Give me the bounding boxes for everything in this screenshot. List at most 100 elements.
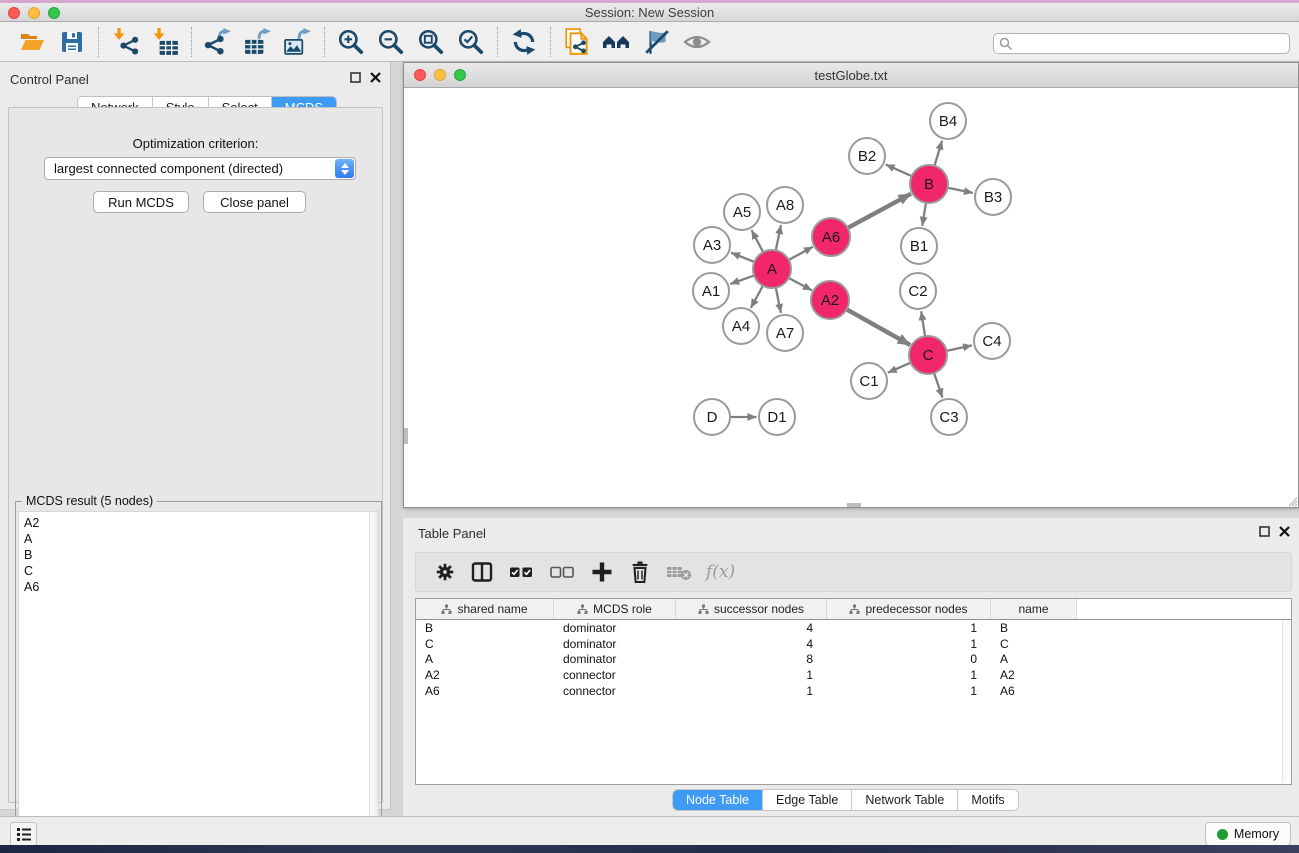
network-horizontal-scrollthumb[interactable] <box>847 503 861 507</box>
export-image-button[interactable] <box>278 25 318 59</box>
graph-node-A1[interactable]: A1 <box>693 273 729 309</box>
graph-edge-C-C1[interactable] <box>888 362 911 372</box>
graph-edge-B-B4[interactable] <box>934 141 942 167</box>
graph-node-C3[interactable]: C3 <box>931 399 967 435</box>
import-table-button[interactable] <box>145 25 185 59</box>
graph-node-A[interactable]: A <box>753 250 791 288</box>
table-cell[interactable]: 1 <box>676 668 827 682</box>
tab-edge-table[interactable]: Edge Table <box>763 790 852 810</box>
criterion-dropdown[interactable]: largest connected component (directed) <box>44 157 356 180</box>
graph-edge-B-B1[interactable] <box>922 202 926 225</box>
tab-node-table[interactable]: Node Table <box>673 790 763 810</box>
zoom-selected-button[interactable] <box>451 25 491 59</box>
export-table-button[interactable] <box>238 25 278 59</box>
search-field[interactable] <box>993 33 1290 54</box>
table-cell[interactable]: dominator <box>554 637 676 651</box>
export-network-button[interactable] <box>198 25 238 59</box>
column-header[interactable]: predecessor nodes <box>827 599 991 619</box>
graph-edge-A-A8[interactable] <box>776 225 781 251</box>
graph-edge-A2-C[interactable] <box>846 309 910 345</box>
table-cell[interactable]: 1 <box>676 684 827 698</box>
table-settings-gear-icon[interactable] <box>434 560 456 584</box>
graph-node-A5[interactable]: A5 <box>724 194 760 230</box>
table-cell[interactable]: 4 <box>676 621 827 635</box>
graph-node-C1[interactable]: C1 <box>851 363 887 399</box>
graph-edge-A-A3[interactable] <box>731 253 755 263</box>
table-cell[interactable]: B <box>416 621 554 635</box>
zoom-window-button[interactable] <box>48 7 60 19</box>
column-header[interactable]: shared name <box>416 599 554 619</box>
mcds-result-list[interactable]: A2ABCA6 <box>18 511 379 843</box>
float-panel-icon[interactable] <box>1259 526 1270 537</box>
network-vertical-scrollthumb[interactable] <box>404 428 408 444</box>
search-input[interactable] <box>993 33 1290 54</box>
minimize-window-button[interactable] <box>28 7 40 19</box>
graph-node-A3[interactable]: A3 <box>694 227 730 263</box>
graph-node-B3[interactable]: B3 <box>975 179 1011 215</box>
graph-node-C2[interactable]: C2 <box>900 273 936 309</box>
close-panel-button[interactable]: Close panel <box>203 191 306 213</box>
unselect-all-columns-icon[interactable] <box>549 560 576 584</box>
zoom-out-button[interactable] <box>371 25 411 59</box>
graph-node-D1[interactable]: D1 <box>759 399 795 435</box>
result-item[interactable]: A6 <box>24 579 378 595</box>
graph-edge-C-C2[interactable] <box>921 311 925 336</box>
table-cell[interactable]: A6 <box>416 684 554 698</box>
result-item[interactable]: B <box>24 547 378 563</box>
graph-node-A2[interactable]: A2 <box>811 281 849 319</box>
graph-edge-A-A1[interactable] <box>730 275 754 284</box>
result-item[interactable]: A <box>24 531 378 547</box>
table-cell[interactable]: 4 <box>676 637 827 651</box>
table-scrollbar[interactable] <box>1282 621 1290 783</box>
table-row[interactable]: Adominator80A <box>416 651 1291 667</box>
delete-table-icon[interactable] <box>666 560 692 584</box>
float-panel-icon[interactable] <box>350 72 361 83</box>
window-controls[interactable] <box>8 7 60 19</box>
graph-edge-B-B2[interactable] <box>886 164 912 176</box>
graph-node-C4[interactable]: C4 <box>974 323 1010 359</box>
first-neighbors-button[interactable] <box>597 25 637 59</box>
table-cell[interactable]: A2 <box>416 668 554 682</box>
graph-node-C[interactable]: C <box>909 336 947 374</box>
new-network-from-file-button[interactable] <box>557 25 597 59</box>
table-cell[interactable]: 1 <box>827 621 991 635</box>
node-table[interactable]: shared nameMCDS rolesuccessor nodesprede… <box>415 598 1292 785</box>
graph-edge-A-A2[interactable] <box>788 278 812 291</box>
close-window-button[interactable] <box>8 7 20 19</box>
graph-edge-C-C4[interactable] <box>946 345 972 351</box>
graph-edge-A-A4[interactable] <box>751 285 763 308</box>
run-mcds-button[interactable]: Run MCDS <box>93 191 189 213</box>
network-minimize-button[interactable] <box>434 69 446 81</box>
close-panel-icon[interactable] <box>370 72 381 83</box>
graph-edge-A-A7[interactable] <box>776 287 781 313</box>
graph-node-B1[interactable]: B1 <box>901 228 937 264</box>
graph-edge-A-A5[interactable] <box>752 230 764 252</box>
table-cell[interactable]: 8 <box>676 652 827 666</box>
table-cell[interactable]: dominator <box>554 652 676 666</box>
network-zoom-button[interactable] <box>454 69 466 81</box>
table-row[interactable]: Bdominator41B <box>416 620 1291 636</box>
graph-node-A4[interactable]: A4 <box>723 308 759 344</box>
graph-node-A6[interactable]: A6 <box>812 218 850 256</box>
column-header[interactable]: successor nodes <box>676 599 827 619</box>
show-columns-icon[interactable] <box>470 560 494 584</box>
table-cell[interactable]: 1 <box>827 668 991 682</box>
zoom-in-button[interactable] <box>331 25 371 59</box>
table-cell[interactable]: connector <box>554 668 676 682</box>
table-cell[interactable]: A2 <box>991 668 1077 682</box>
task-history-button[interactable] <box>10 822 37 846</box>
function-builder-fx-icon[interactable]: f(x) <box>706 562 735 582</box>
table-cell[interactable]: 1 <box>827 637 991 651</box>
network-canvas[interactable]: AA1A2A3A4A5A6A7A8BB1B2B3B4CC1C2C3C4DD1 <box>404 88 1298 507</box>
table-cell[interactable]: C <box>416 637 554 651</box>
table-row[interactable]: A6connector11A6 <box>416 683 1291 699</box>
tab-motifs[interactable]: Motifs <box>958 790 1017 810</box>
open-session-button[interactable] <box>12 25 52 59</box>
memory-button[interactable]: Memory <box>1205 822 1291 846</box>
graph-edge-B-B3[interactable] <box>947 188 973 193</box>
result-item[interactable]: A2 <box>24 515 378 531</box>
column-header[interactable]: MCDS role <box>554 599 676 619</box>
graph-node-A8[interactable]: A8 <box>767 187 803 223</box>
network-graph[interactable]: AA1A2A3A4A5A6A7A8BB1B2B3B4CC1C2C3C4DD1 <box>404 88 1298 507</box>
table-cell[interactable]: B <box>991 621 1077 635</box>
